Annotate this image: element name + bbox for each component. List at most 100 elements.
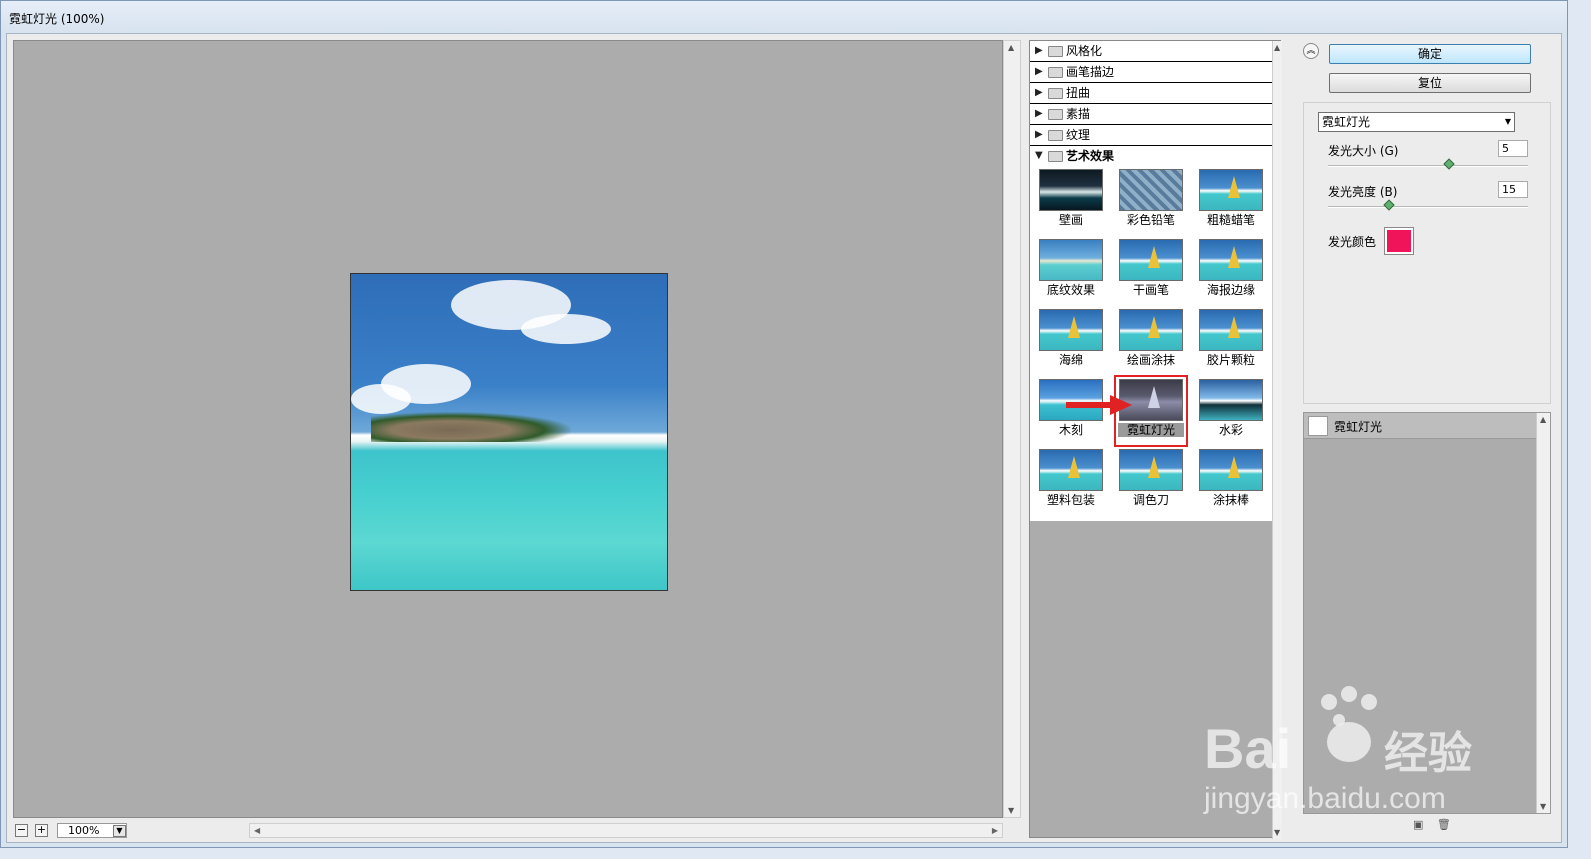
effect-layer-row[interactable]: 霓虹灯光 xyxy=(1304,413,1536,439)
filter-thumb-smudge-stick[interactable]: 涂抹棒 xyxy=(1198,449,1264,513)
preview-vertical-scrollbar[interactable]: ▲ ▼ xyxy=(1003,40,1021,818)
filter-thumb-palette-knife[interactable]: 调色刀 xyxy=(1118,449,1184,513)
filter-label: 胶片颗粒 xyxy=(1206,353,1255,367)
filter-select-value: 霓虹灯光 xyxy=(1322,115,1371,129)
filter-label: 塑料包装 xyxy=(1046,493,1095,507)
preview-canvas[interactable] xyxy=(13,40,1003,818)
category-stylize[interactable]: ▶ 风格化 xyxy=(1030,41,1272,62)
effect-layer-name: 霓虹灯光 xyxy=(1334,420,1383,434)
glow-brightness-label: 发光亮度 (B) xyxy=(1328,185,1398,199)
folder-icon xyxy=(1048,67,1063,78)
glow-size-slider-thumb[interactable] xyxy=(1443,158,1455,170)
filter-label: 调色刀 xyxy=(1132,493,1169,507)
visibility-toggle-icon[interactable] xyxy=(1308,416,1328,436)
filter-thumb-plastic-wrap[interactable]: 塑料包装 xyxy=(1038,449,1104,513)
scroll-up-icon[interactable]: ▲ xyxy=(1008,43,1014,52)
glow-brightness-input[interactable]: 15 xyxy=(1498,181,1528,198)
scroll-down-icon[interactable]: ▼ xyxy=(1540,802,1546,811)
chevron-down-icon: ▼ xyxy=(1504,117,1511,126)
collapse-gallery-icon[interactable]: ︽ xyxy=(1303,43,1319,59)
filter-settings: 霓虹灯光 ▼ 发光大小 (G) 5 发光亮度 (B) 15 发光颜色 xyxy=(1303,102,1551,404)
filter-category-list: ▶ 风格化 ▶ 画笔描边 ▶ 扭曲 ▶ 素描 ▶ 纹理 ▼ 艺术效果 壁画 彩色… xyxy=(1030,41,1272,521)
glow-brightness-slider[interactable] xyxy=(1328,206,1528,208)
scroll-up-icon[interactable]: ▲ xyxy=(1540,415,1546,424)
filter-label: 霓虹灯光 xyxy=(1118,423,1184,437)
filter-label: 壁画 xyxy=(1058,213,1083,227)
filter-label: 干画笔 xyxy=(1132,283,1169,297)
filter-thumb-poster-edges[interactable]: 海报边缘 xyxy=(1198,239,1264,303)
filter-label: 水彩 xyxy=(1218,423,1243,437)
folder-icon xyxy=(1048,151,1063,162)
filter-label: 绘画涂抹 xyxy=(1126,353,1175,367)
preview-image xyxy=(350,273,668,591)
category-distort[interactable]: ▶ 扭曲 xyxy=(1030,83,1272,104)
glow-size-slider[interactable] xyxy=(1328,165,1528,167)
category-label: 纹理 xyxy=(1066,128,1091,142)
expand-arrow-icon[interactable]: ▶ xyxy=(1035,62,1043,82)
glow-size-input[interactable]: 5 xyxy=(1498,140,1528,157)
expand-arrow-icon[interactable]: ▶ xyxy=(1035,83,1043,103)
category-brush-strokes[interactable]: ▶ 画笔描边 xyxy=(1030,62,1272,83)
filter-thumb-fresco[interactable]: 壁画 xyxy=(1038,169,1104,233)
zoom-in-button[interactable]: + xyxy=(35,824,48,837)
filter-label: 彩色铅笔 xyxy=(1126,213,1175,227)
collapse-arrow-icon[interactable]: ▼ xyxy=(1035,146,1043,166)
filter-thumbnails: 壁画 彩色铅笔 粗糙蜡笔 底纹效果 干画笔 海报边缘 海绵 绘画涂抹 胶片颗粒 … xyxy=(1030,167,1272,517)
folder-icon xyxy=(1048,88,1063,99)
glow-size-label: 发光大小 (G) xyxy=(1328,144,1399,158)
folder-icon xyxy=(1048,46,1063,57)
scroll-down-icon[interactable]: ▼ xyxy=(1008,806,1014,815)
glow-brightness-slider-thumb[interactable] xyxy=(1383,199,1395,211)
filter-label: 底纹效果 xyxy=(1046,283,1095,297)
preview-horizontal-scrollbar[interactable]: ◀ ▶ xyxy=(249,823,1003,838)
ok-button[interactable]: 确定 xyxy=(1329,44,1531,64)
filter-thumb-sponge[interactable]: 海绵 xyxy=(1038,309,1104,373)
filter-thumb-rough-pastels[interactable]: 粗糙蜡笔 xyxy=(1198,169,1264,233)
filter-thumb-dry-brush[interactable]: 干画笔 xyxy=(1118,239,1184,303)
scroll-left-icon[interactable]: ◀ xyxy=(254,826,260,835)
filter-select[interactable]: 霓虹灯光 ▼ xyxy=(1318,112,1515,132)
scroll-down-icon[interactable]: ▼ xyxy=(1274,828,1280,837)
category-label: 画笔描边 xyxy=(1066,65,1115,79)
baidu-watermark: Bai 经验 jingyan.baidu.com xyxy=(1204,680,1504,815)
category-texture[interactable]: ▶ 纹理 xyxy=(1030,125,1272,146)
scroll-up-icon[interactable]: ▲ xyxy=(1274,43,1280,52)
baidu-logo-icon: Bai 经验 xyxy=(1204,686,1472,780)
new-effect-layer-icon[interactable]: ▣ xyxy=(1413,818,1423,831)
preview-pane: ▲ ▼ − + 100% ▼ ◀ ▶ xyxy=(13,40,1023,850)
category-sketch[interactable]: ▶ 素描 xyxy=(1030,104,1272,125)
category-label: 艺术效果 xyxy=(1066,149,1115,163)
filter-label: 涂抹棒 xyxy=(1212,493,1249,507)
layer-buttons: ▣ 🗑 xyxy=(1413,818,1451,831)
filter-thumb-paint-daubs[interactable]: 绘画涂抹 xyxy=(1118,309,1184,373)
filter-thumb-underpainting[interactable]: 底纹效果 xyxy=(1038,239,1104,303)
filter-thumb-colored-pencil[interactable]: 彩色铅笔 xyxy=(1118,169,1184,233)
zoom-out-button[interactable]: − xyxy=(15,824,28,837)
expand-arrow-icon[interactable]: ▶ xyxy=(1035,41,1043,61)
category-artistic[interactable]: ▼ 艺术效果 xyxy=(1030,146,1272,167)
delete-effect-layer-icon[interactable]: 🗑 xyxy=(1437,818,1451,831)
folder-icon xyxy=(1048,109,1063,120)
category-label: 素描 xyxy=(1066,107,1091,121)
expand-arrow-icon[interactable]: ▶ xyxy=(1035,104,1043,124)
reset-button[interactable]: 复位 xyxy=(1329,73,1531,93)
filter-label: 海绵 xyxy=(1058,353,1083,367)
filter-label: 海报边缘 xyxy=(1206,283,1255,297)
window-title: 霓虹灯光 (100%) xyxy=(9,12,105,26)
filter-thumb-film-grain[interactable]: 胶片颗粒 xyxy=(1198,309,1264,373)
layers-scrollbar[interactable]: ▲ ▼ xyxy=(1536,413,1550,813)
filter-label: 粗糙蜡笔 xyxy=(1206,213,1255,227)
glow-color-label: 发光颜色 xyxy=(1328,235,1377,249)
red-arrow-icon xyxy=(1066,395,1132,415)
glow-color-swatch[interactable] xyxy=(1384,227,1414,255)
preview-bottom-bar: − + 100% ▼ ◀ ▶ xyxy=(13,822,1003,840)
expand-arrow-icon[interactable]: ▶ xyxy=(1035,125,1043,145)
filter-thumb-watercolor[interactable]: 水彩 xyxy=(1198,379,1264,443)
watermark-text: jingyan.baidu.com xyxy=(1204,782,1446,815)
scroll-right-icon[interactable]: ▶ xyxy=(992,826,998,835)
filter-label: 木刻 xyxy=(1058,423,1083,437)
category-label: 扭曲 xyxy=(1066,86,1091,100)
svg-text:Bai: Bai xyxy=(1204,717,1291,780)
zoom-dropdown-icon[interactable]: ▼ xyxy=(113,825,126,837)
folder-icon xyxy=(1048,130,1063,141)
